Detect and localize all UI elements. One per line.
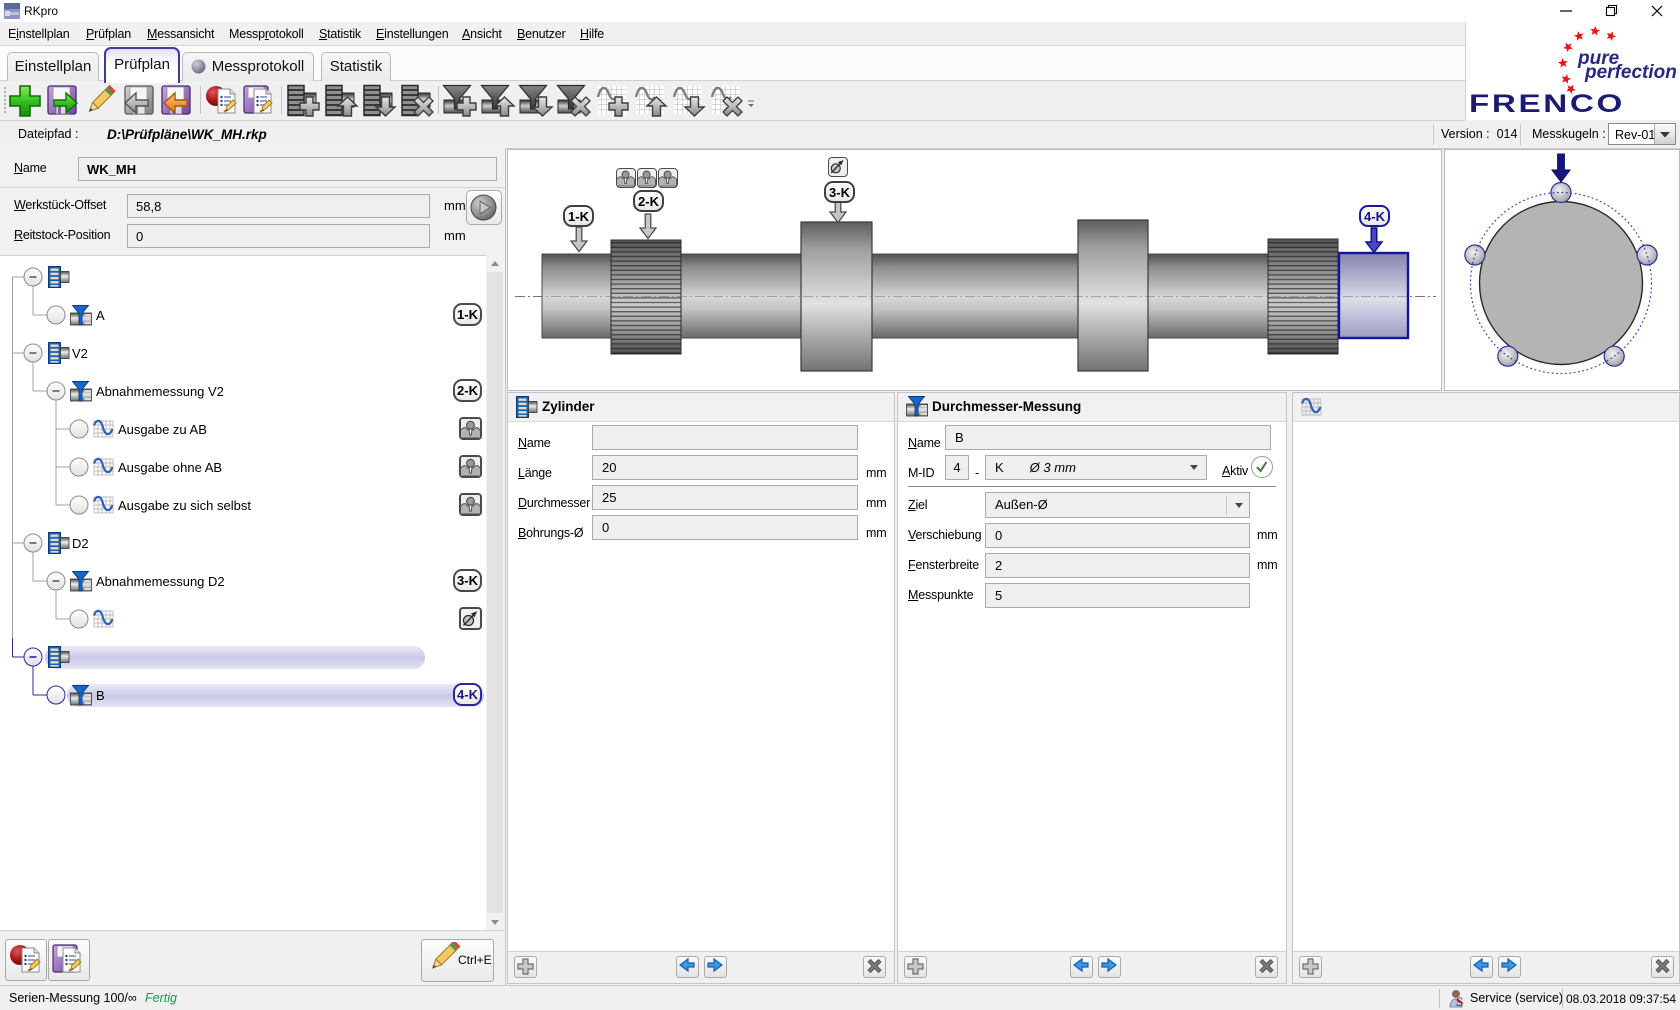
svg-text:D2: D2 [72, 536, 89, 551]
svg-text:V2: V2 [72, 346, 88, 361]
svg-text:B: B [96, 688, 105, 703]
svg-text:Abnahmemessung V2: Abnahmemessung V2 [96, 384, 224, 399]
svg-text:FRENCO: FRENCO [1469, 90, 1625, 118]
svg-text:perfection: perfection [1584, 62, 1677, 83]
svg-text:Ausgabe ohne AB: Ausgabe ohne AB [118, 460, 222, 475]
svg-text:Abnahmemessung D2: Abnahmemessung D2 [96, 574, 225, 589]
svg-text:A: A [96, 308, 105, 323]
svg-text:Ausgabe zu AB: Ausgabe zu AB [118, 422, 207, 437]
svg-text:S: S [1456, 994, 1463, 1008]
svg-text:Ausgabe zu sich selbst: Ausgabe zu sich selbst [118, 498, 251, 513]
